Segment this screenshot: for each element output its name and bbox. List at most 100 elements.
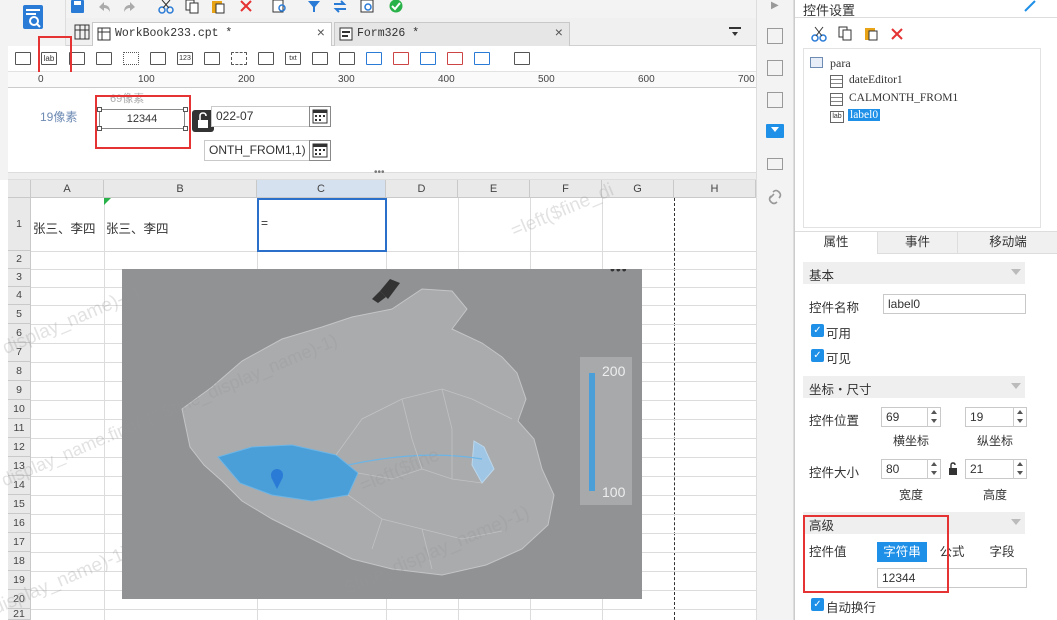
width-input[interactable]: 80	[881, 459, 941, 479]
tree-combo-widget-icon[interactable]	[339, 52, 355, 65]
cut-icon[interactable]	[811, 26, 827, 42]
enabled-checkbox[interactable]: ✓	[811, 324, 824, 337]
table-widget-icon[interactable]	[366, 52, 382, 65]
date-editor[interactable]: 022-07	[211, 106, 311, 127]
paste-icon[interactable]	[210, 0, 226, 14]
more-options-icon[interactable]: •••	[610, 269, 628, 277]
preview-icon[interactable]	[272, 0, 288, 14]
widget-library-icon[interactable]	[767, 28, 783, 44]
spinner-icon[interactable]	[1013, 459, 1026, 479]
link-icon[interactable]	[766, 188, 784, 206]
layout-icon[interactable]	[767, 92, 783, 108]
delete-icon[interactable]	[238, 0, 254, 14]
component-icon[interactable]	[767, 60, 783, 76]
row-header[interactable]: 20	[8, 590, 31, 609]
template-search-icon[interactable]	[22, 4, 44, 30]
search-cell-icon[interactable]	[360, 0, 376, 14]
column-header[interactable]: D	[386, 180, 458, 198]
swap-icon[interactable]	[332, 0, 348, 14]
selected-cell-c1[interactable]: =	[257, 198, 387, 252]
column-header[interactable]: F	[530, 180, 602, 198]
close-icon[interactable]: ×	[555, 26, 563, 42]
row-header[interactable]: 9	[8, 381, 31, 400]
select-all-corner[interactable]	[8, 180, 31, 198]
autowrap-checkbox[interactable]: ✓	[811, 598, 824, 611]
check-icon[interactable]	[388, 0, 404, 14]
height-input[interactable]: 21	[965, 459, 1027, 479]
data-icon[interactable]	[767, 158, 783, 170]
column-header[interactable]: G	[602, 180, 674, 198]
date-widget-icon[interactable]	[150, 52, 166, 65]
row-header[interactable]: 8	[8, 362, 31, 381]
column-header[interactable]: B	[104, 180, 257, 198]
row-header[interactable]: 5	[8, 305, 31, 324]
tab-workbook[interactable]: WorkBook233.cpt * ×	[92, 22, 332, 46]
row-header[interactable]: 2	[8, 251, 31, 269]
combo-widget-icon[interactable]	[96, 52, 112, 65]
radio-widget-icon[interactable]	[231, 52, 247, 65]
page-widget-icon[interactable]	[474, 52, 490, 65]
delete-icon[interactable]	[889, 26, 905, 42]
row-header[interactable]: 17	[8, 533, 31, 552]
pos-y-input[interactable]: 19	[965, 407, 1027, 427]
checkbox-widget-icon[interactable]	[258, 52, 274, 65]
close-icon[interactable]: ×	[317, 26, 325, 42]
column-header[interactable]: C	[257, 180, 386, 198]
section-basic[interactable]: 基本	[803, 262, 1025, 284]
row-header[interactable]: 21	[8, 609, 31, 620]
row-header[interactable]: 12	[8, 438, 31, 457]
redo-icon[interactable]	[122, 0, 138, 14]
column-header[interactable]: A	[31, 180, 104, 198]
spinner-icon[interactable]	[927, 459, 940, 479]
row-header[interactable]: 13	[8, 457, 31, 476]
pos-x-input[interactable]: 69	[881, 407, 941, 427]
calendar-icon[interactable]	[309, 140, 331, 161]
row-header[interactable]: 15	[8, 495, 31, 514]
row-header[interactable]: 19	[8, 571, 31, 590]
widget-name-input[interactable]: label0	[883, 294, 1026, 314]
section-coords[interactable]: 坐标・尺寸	[803, 376, 1025, 398]
cut-icon[interactable]	[158, 0, 174, 14]
collapse-arrow-icon[interactable]: ▶	[771, 0, 779, 11]
widget-settings-icon[interactable]	[766, 124, 784, 138]
tab-mobile[interactable]: 移动端	[957, 232, 1057, 254]
row-header[interactable]: 3	[8, 269, 31, 287]
calendar-icon[interactable]	[309, 106, 331, 127]
cell-a1[interactable]: 张三、李四	[33, 218, 96, 237]
calendar-widget-icon[interactable]	[447, 52, 463, 65]
cell-b1[interactable]: 张三、李四	[106, 218, 169, 237]
row-header[interactable]: 4	[8, 287, 31, 305]
button-widget-icon[interactable]	[15, 52, 31, 65]
more-widgets-icon[interactable]	[514, 52, 530, 65]
password-widget-icon[interactable]: txt	[285, 52, 301, 65]
column-header[interactable]: E	[458, 180, 530, 198]
calmonth-editor[interactable]: ONTH_FROM1,1)	[204, 140, 310, 161]
save-icon[interactable]	[70, 0, 86, 14]
row-header[interactable]: 11	[8, 419, 31, 438]
tree-widget-icon[interactable]	[312, 52, 328, 65]
split-handle[interactable]: •••	[8, 167, 756, 180]
report-widget-icon[interactable]	[393, 52, 409, 65]
grid-layout-icon[interactable]	[74, 24, 90, 40]
row-header[interactable]: 1	[8, 198, 31, 251]
chart-widget-icon[interactable]	[420, 52, 436, 65]
listbox-widget-icon[interactable]	[123, 52, 139, 65]
copy-icon[interactable]	[837, 26, 853, 42]
row-header[interactable]: 16	[8, 514, 31, 533]
textarea-widget-icon[interactable]	[204, 52, 220, 65]
spinner-icon[interactable]	[1013, 407, 1026, 427]
column-header[interactable]: H	[674, 180, 756, 198]
paste-icon[interactable]	[863, 26, 879, 42]
spinner-icon[interactable]	[927, 407, 940, 427]
row-header[interactable]: 18	[8, 552, 31, 571]
map-chart[interactable]: 200 100 •••	[122, 269, 642, 599]
tab-properties[interactable]: 属性	[795, 232, 877, 254]
tree-item-calmonth-from1[interactable]: CALMONTH_FROM1	[849, 92, 958, 104]
copy-icon[interactable]	[184, 0, 200, 14]
undo-icon[interactable]	[96, 0, 112, 14]
pin-icon[interactable]	[1023, 0, 1037, 12]
row-header[interactable]: 10	[8, 400, 31, 419]
tree-item-dateeditor1[interactable]: dateEditor1	[849, 74, 903, 86]
tree-item-label0[interactable]: label0	[848, 109, 881, 121]
row-header[interactable]: 6	[8, 324, 31, 343]
